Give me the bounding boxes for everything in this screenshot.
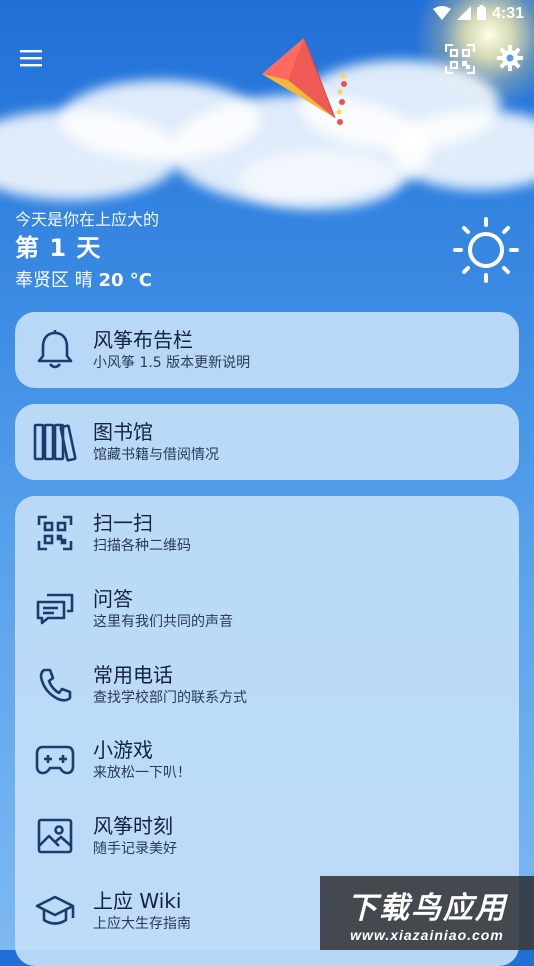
library-title: 图书馆 xyxy=(93,420,153,444)
weather-condition: 晴 xyxy=(74,270,93,291)
qa-subtitle: 这里有我们共同的声音 xyxy=(93,614,233,630)
temperature: 20 °C xyxy=(98,270,152,291)
bulletin-title: 风筝布告栏 xyxy=(93,328,193,352)
watermark: 下载鸟应用 www.xiazainiao.com xyxy=(320,876,534,950)
watermark-url: www.xiazainiao.com xyxy=(350,927,504,943)
list-item-phone[interactable]: 常用电话 查找学校部门的联系方式 xyxy=(15,650,519,720)
status-time: 4:31 xyxy=(491,5,524,22)
sunny-icon xyxy=(452,216,520,284)
gear-icon[interactable] xyxy=(496,44,524,72)
qr-scan-icon xyxy=(29,507,81,559)
qa-title: 问答 xyxy=(93,587,133,611)
list-item-qa[interactable]: 问答 这里有我们共同的声音 xyxy=(15,574,519,644)
books-icon xyxy=(29,416,81,468)
scan-subtitle: 扫描各种二维码 xyxy=(93,538,191,554)
day-counter: 第 1 天 xyxy=(15,234,102,262)
scan-title: 扫一扫 xyxy=(93,511,153,535)
greeting-text: 今天是你在上应大的 xyxy=(15,210,160,229)
bulletin-subtitle: 小风筝 1.5 版本更新说明 xyxy=(93,355,251,371)
bell-icon xyxy=(29,324,81,376)
wifi-icon xyxy=(432,5,451,24)
qr-scan-icon[interactable] xyxy=(444,43,476,75)
list-item-games[interactable]: 小游戏 来放松一下叭！ xyxy=(15,725,519,795)
battery-icon xyxy=(476,4,486,24)
wiki-subtitle: 上应大生存指南 xyxy=(93,916,191,932)
kite-logo-icon xyxy=(258,36,358,132)
moments-title: 风筝时刻 xyxy=(93,814,173,838)
status-bar: 4:31 xyxy=(432,0,534,28)
bulletin-card[interactable]: 风筝布告栏 小风筝 1.5 版本更新说明 xyxy=(15,312,519,388)
watermark-title: 下载鸟应用 xyxy=(347,892,507,925)
district-label: 奉贤区 xyxy=(15,270,69,291)
graduation-cap-icon xyxy=(29,885,81,937)
weather-summary: 奉贤区 晴 20 °C xyxy=(15,266,152,292)
list-item-moments[interactable]: 风筝时刻 随手记录美好 xyxy=(15,801,519,871)
gamepad-icon xyxy=(29,734,81,786)
hamburger-menu-icon[interactable] xyxy=(18,44,46,72)
list-item-scan[interactable]: 扫一扫 扫描各种二维码 xyxy=(15,498,519,568)
library-subtitle: 馆藏书籍与借阅情况 xyxy=(93,447,219,463)
phone-icon xyxy=(29,659,81,711)
phone-subtitle: 查找学校部门的联系方式 xyxy=(93,690,247,706)
games-subtitle: 来放松一下叭！ xyxy=(93,765,191,781)
chat-bubbles-icon xyxy=(29,583,81,635)
library-card[interactable]: 图书馆 馆藏书籍与借阅情况 xyxy=(15,404,519,480)
games-title: 小游戏 xyxy=(93,738,153,762)
image-icon xyxy=(29,810,81,862)
signal-icon xyxy=(456,5,471,24)
phone-title: 常用电话 xyxy=(93,663,173,687)
wiki-title: 上应 Wiki xyxy=(93,889,182,913)
moments-subtitle: 随手记录美好 xyxy=(93,841,177,857)
cloud xyxy=(240,150,400,210)
